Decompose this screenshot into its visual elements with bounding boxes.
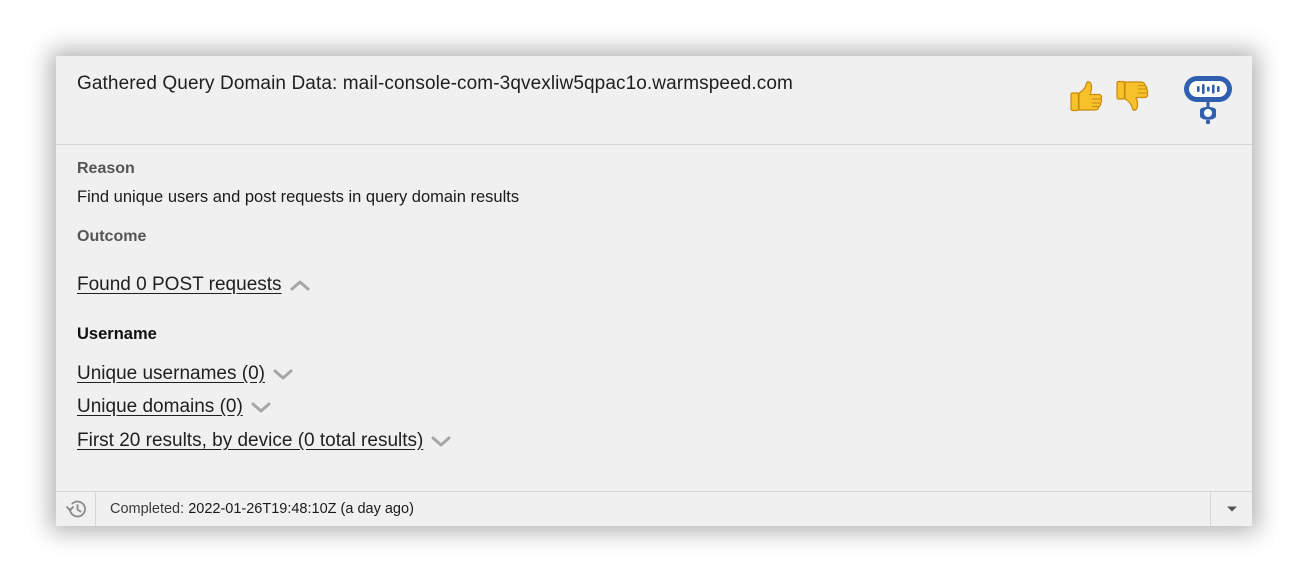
- reason-label: Reason: [77, 160, 135, 177]
- chevron-down-icon[interactable]: [251, 400, 271, 414]
- device-results-toggle[interactable]: First 20 results, by device (0 total res…: [77, 430, 451, 452]
- thumbs-up-icon[interactable]: [1068, 78, 1104, 114]
- chevron-down-icon[interactable]: [273, 367, 293, 381]
- card-title: Gathered Query Domain Data: mail-console…: [77, 73, 793, 94]
- card-header: Gathered Query Domain Data: mail-console…: [56, 56, 1252, 145]
- unique-usernames-link[interactable]: Unique usernames (0): [77, 363, 265, 385]
- unique-domains-link[interactable]: Unique domains (0): [77, 396, 243, 418]
- robot-avatar-icon: [1184, 76, 1232, 124]
- device-results-link[interactable]: First 20 results, by device (0 total res…: [77, 430, 423, 452]
- reason-text: Find unique users and post requests in q…: [77, 188, 520, 206]
- username-heading: Username: [77, 325, 157, 343]
- chevron-down-icon[interactable]: [431, 434, 451, 448]
- post-requests-toggle[interactable]: Found 0 POST requests: [77, 274, 310, 296]
- chevron-up-icon[interactable]: [290, 278, 310, 292]
- history-icon: [65, 500, 86, 518]
- result-card: Gathered Query Domain Data: mail-console…: [56, 56, 1252, 526]
- post-requests-link[interactable]: Found 0 POST requests: [77, 274, 282, 296]
- outcome-label: Outcome: [77, 228, 147, 245]
- completed-status: Completed: 2022-01-26T19:48:10Z (a day a…: [96, 501, 414, 517]
- completed-timestamp: 2022-01-26T19:48:10Z (a day ago): [188, 501, 414, 517]
- unique-usernames-toggle[interactable]: Unique usernames (0): [77, 363, 293, 385]
- card-footer: Completed: 2022-01-26T19:48:10Z (a day a…: [56, 491, 1252, 526]
- expand-footer-button[interactable]: [1210, 492, 1252, 526]
- history-button[interactable]: [56, 492, 96, 526]
- unique-domains-toggle[interactable]: Unique domains (0): [77, 396, 271, 418]
- thumbs-down-icon[interactable]: [1114, 78, 1150, 114]
- completed-label: Completed:: [110, 501, 185, 517]
- caret-down-icon: [1226, 506, 1237, 512]
